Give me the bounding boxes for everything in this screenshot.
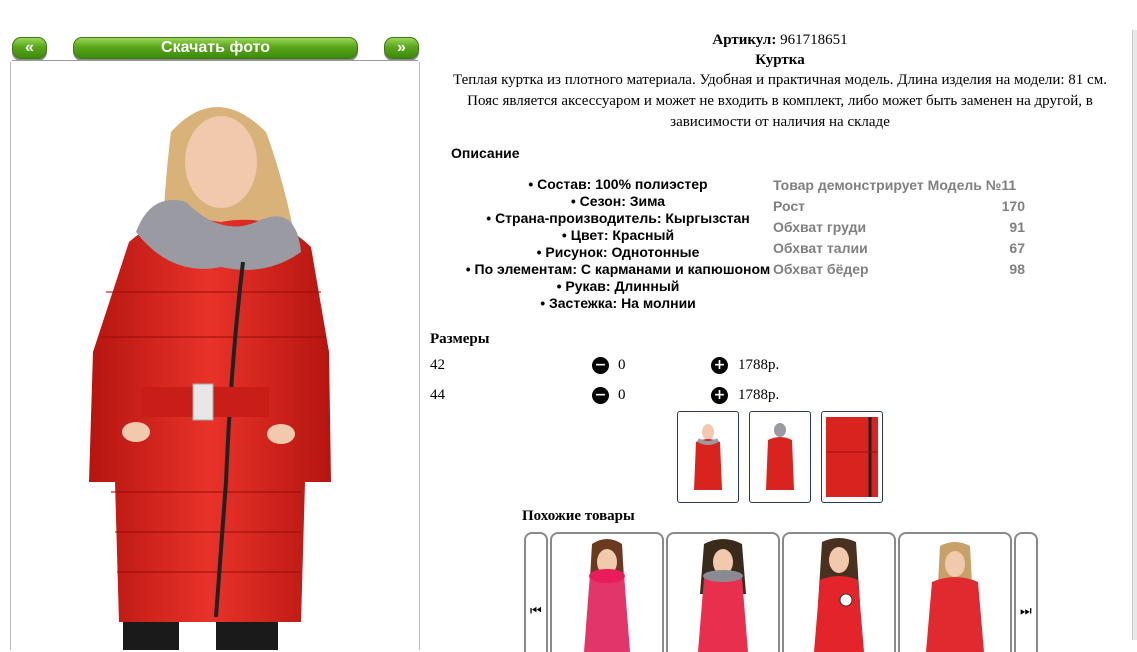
- thumbnail-front-image: [694, 424, 722, 490]
- price-value: 1788р.: [738, 357, 780, 373]
- model-param-label: Обхват бёдер: [773, 261, 869, 277]
- main-product-photo[interactable]: [10, 62, 420, 650]
- thumbnail-detail-image: [826, 417, 878, 497]
- model-param-value: 67: [1009, 240, 1025, 256]
- thumbnail-detail[interactable]: [821, 411, 883, 503]
- model-param-label: Рост: [773, 198, 805, 214]
- price-value: 1788р.: [738, 387, 780, 403]
- similar-next-button[interactable]: ⏭: [1014, 532, 1038, 652]
- size-row: 44 − 0 + 1788р.: [430, 387, 790, 407]
- thumbnail-back-image: [766, 423, 794, 490]
- size-row: 42 − 0 + 1788р.: [430, 357, 790, 377]
- attribute-item: • По элементам: С карманами и капюшоном: [465, 261, 771, 277]
- similar-product-card[interactable]: [666, 532, 780, 652]
- model-in-red-jacket-image: [11, 62, 419, 650]
- plus-circle-icon[interactable]: +: [711, 357, 728, 374]
- article-label: Артикул:: [712, 32, 777, 48]
- attribute-item: • Состав: 100% полиэстер: [528, 176, 708, 192]
- similar-product-image: [584, 539, 630, 652]
- attribute-item: • Цвет: Красный: [561, 227, 675, 243]
- similar-product-card[interactable]: [550, 532, 664, 652]
- attribute-item: • Рисунок: Однотонные: [536, 244, 700, 260]
- attribute-item: • Сезон: Зима: [570, 193, 666, 209]
- similar-product-image: [698, 539, 748, 652]
- product-description-line-3: зависимости от наличия на складе: [670, 114, 890, 130]
- prev-photo-button[interactable]: «: [12, 37, 47, 59]
- model-param-label: Обхват талии: [773, 240, 868, 256]
- thumbnail-front[interactable]: [677, 411, 739, 503]
- model-param-value: 170: [1001, 198, 1025, 214]
- article-line: Артикул: 961718651: [430, 32, 1130, 50]
- product-name: Куртка: [755, 52, 805, 68]
- minus-circle-icon[interactable]: −: [592, 387, 609, 404]
- similar-prev-button[interactable]: ⏮: [524, 532, 548, 652]
- sizes-heading: Размеры: [430, 331, 490, 347]
- model-param-value: 91: [1009, 219, 1025, 235]
- model-row-chest: Обхват груди 91: [773, 219, 1025, 240]
- model-param-value: 98: [1009, 261, 1025, 277]
- similar-product-card[interactable]: [782, 532, 896, 652]
- product-description-line-1: Теплая куртка из плотного материала. Удо…: [453, 72, 1107, 88]
- attribute-item: • Рукав: Длинный: [556, 278, 680, 294]
- model-row-height: Рост 170: [773, 198, 1025, 219]
- model-row-hips: Обхват бёдер 98: [773, 261, 1025, 282]
- attribute-item: • Страна-производитель: Кыргызстан: [486, 210, 750, 226]
- next-photo-button[interactable]: »: [384, 37, 419, 59]
- model-params-table: Товар демонстрирует Модель №11 Рост 170 …: [773, 177, 1025, 287]
- skip-prev-icon: ⏮: [530, 604, 542, 619]
- page-scrollbar[interactable]: [1132, 30, 1137, 640]
- divider: [12, 60, 418, 61]
- model-row-waist: Обхват талии 67: [773, 240, 1025, 261]
- similar-product-card[interactable]: [898, 532, 1012, 652]
- model-param-label: Обхват груди: [773, 219, 867, 235]
- size-label: 42: [430, 357, 445, 373]
- minus-circle-icon[interactable]: −: [592, 357, 609, 374]
- similar-product-image: [814, 538, 864, 652]
- thumbnail-back[interactable]: [749, 411, 811, 503]
- article-value: 961718651: [780, 32, 848, 48]
- quantity-value: 0: [618, 357, 626, 373]
- skip-next-icon: ⏭: [1020, 604, 1032, 619]
- product-description-line-2: Пояс является аксессуаром и может не вхо…: [467, 93, 1093, 109]
- attribute-item: • Застежка: На молнии: [540, 295, 696, 311]
- similar-heading: Похожие товары: [522, 508, 635, 524]
- download-photo-button[interactable]: Скачать фото: [73, 37, 358, 59]
- attribute-list: • Состав: 100% полиэстер • Сезон: Зима •…: [450, 176, 786, 312]
- size-label: 44: [430, 387, 445, 403]
- plus-circle-icon[interactable]: +: [711, 387, 728, 404]
- similar-product-image: [926, 542, 984, 652]
- quantity-value: 0: [618, 387, 626, 403]
- model-title: Товар демонстрирует Модель №11: [773, 177, 1017, 193]
- description-heading: Описание: [451, 145, 520, 161]
